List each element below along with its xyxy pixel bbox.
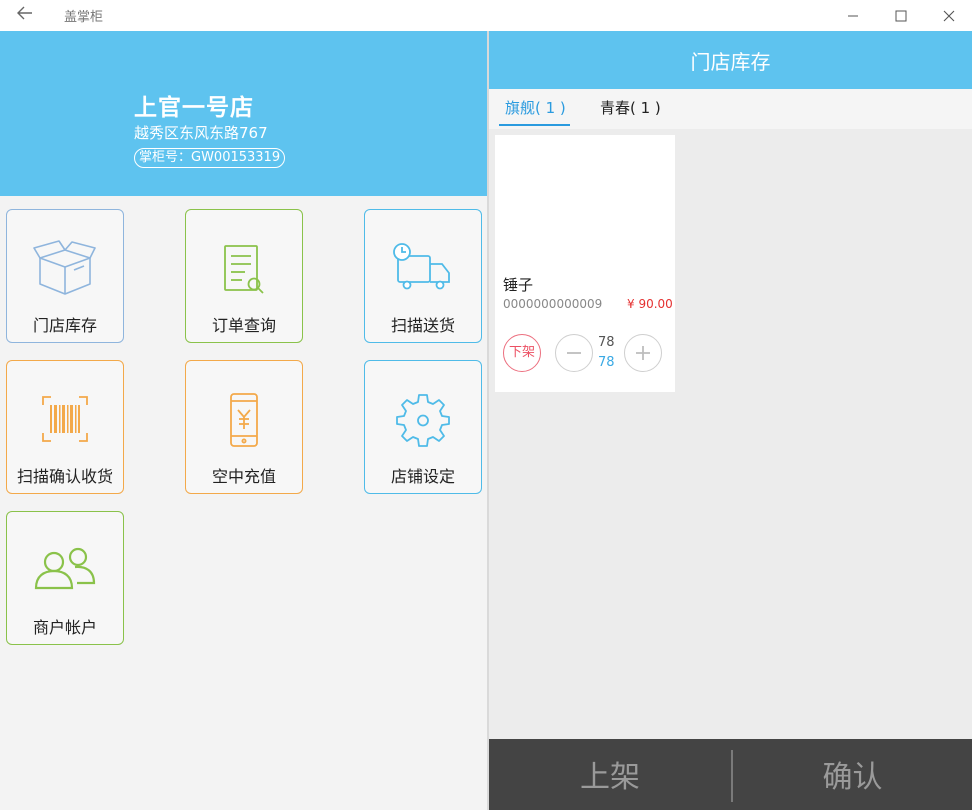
minimize-icon — [848, 15, 858, 16]
window-title: 盖掌柜 — [64, 10, 104, 25]
plus-icon — [636, 346, 650, 360]
menu-tile-air-recharge[interactable]: 空中充值 — [185, 360, 303, 494]
title-bar: 盖掌柜 — [0, 0, 972, 31]
store-address: 越秀区东风东路767 — [134, 124, 268, 142]
left-panel: 上官一号店 越秀区东风东路767 掌柜号：GW00153319 门店库存 订单查… — [0, 31, 487, 810]
product-code: 0000000000009 — [503, 297, 603, 311]
store-name: 上官一号店 — [134, 95, 254, 121]
inventory-title: 门店库存 — [489, 31, 972, 89]
menu-tile-label: 订单查询 — [211, 316, 276, 335]
minus-icon — [567, 352, 581, 354]
decrease-button[interactable] — [555, 334, 593, 372]
menu-tile-label: 扫描送货 — [390, 316, 455, 335]
tab-flagship[interactable]: 旗舰( 1 ) — [499, 97, 570, 126]
action-bar: 上架 确认 — [489, 739, 972, 810]
right-panel: 门店库存 旗舰( 1 ) 青春( 1 ) 锤子 0000000000009 ¥ … — [489, 31, 972, 810]
selected-quantity: 78 — [598, 355, 615, 370]
product-price: ¥ 90.00 — [627, 297, 673, 311]
document-search-icon — [224, 245, 264, 294]
product-name: 锤子 — [503, 276, 534, 294]
menu-tile-scan-receipt[interactable]: 扫描确认收货 — [6, 360, 124, 494]
menu-tile-label: 扫描确认收货 — [16, 467, 113, 486]
menu-tile-label: 店铺设定 — [390, 467, 455, 486]
delivery-truck-icon — [393, 243, 450, 290]
store-id-badge: 掌柜号：GW00153319 — [134, 148, 286, 168]
product-card: 锤子 0000000000009 ¥ 90.00 下架 78 78 — [495, 135, 675, 392]
box-icon — [33, 240, 96, 295]
close-icon — [943, 10, 955, 21]
menu-tile-store-inventory[interactable]: 门店库存 — [6, 209, 124, 343]
increase-button[interactable] — [624, 334, 662, 372]
store-header: 上官一号店 越秀区东风东路767 掌柜号：GW00153319 — [0, 31, 487, 196]
menu-tile-order-query[interactable]: 订单查询 — [185, 209, 303, 343]
minimize-button[interactable] — [830, 0, 876, 31]
maximize-button[interactable] — [878, 0, 924, 31]
phone-yuan-icon — [230, 393, 258, 447]
menu-tile-label: 空中充值 — [211, 467, 276, 486]
users-icon — [34, 547, 96, 590]
stock-quantity: 78 — [598, 335, 615, 350]
menu-tile-label: 商户帐户 — [32, 618, 97, 637]
off-shelf-button[interactable]: 下架 — [503, 334, 541, 372]
shelf-button[interactable]: 上架 — [489, 739, 731, 810]
barcode-scan-icon — [42, 396, 88, 442]
back-button[interactable] — [12, 4, 38, 26]
close-button[interactable] — [926, 0, 972, 31]
maximize-icon — [895, 10, 907, 21]
menu-tile-label: 门店库存 — [32, 316, 97, 335]
menu-tile-store-settings[interactable]: 店铺设定 — [364, 360, 482, 494]
back-arrow-icon — [17, 6, 32, 20]
category-tabs: 旗舰( 1 ) 青春( 1 ) — [489, 89, 972, 129]
menu-tile-scan-delivery[interactable]: 扫描送货 — [364, 209, 482, 343]
tab-youth[interactable]: 青春( 1 ) — [600, 97, 661, 118]
menu-tile-merchant-account[interactable]: 商户帐户 — [6, 511, 124, 645]
confirm-button[interactable]: 确认 — [733, 739, 972, 810]
gear-icon — [396, 394, 450, 447]
